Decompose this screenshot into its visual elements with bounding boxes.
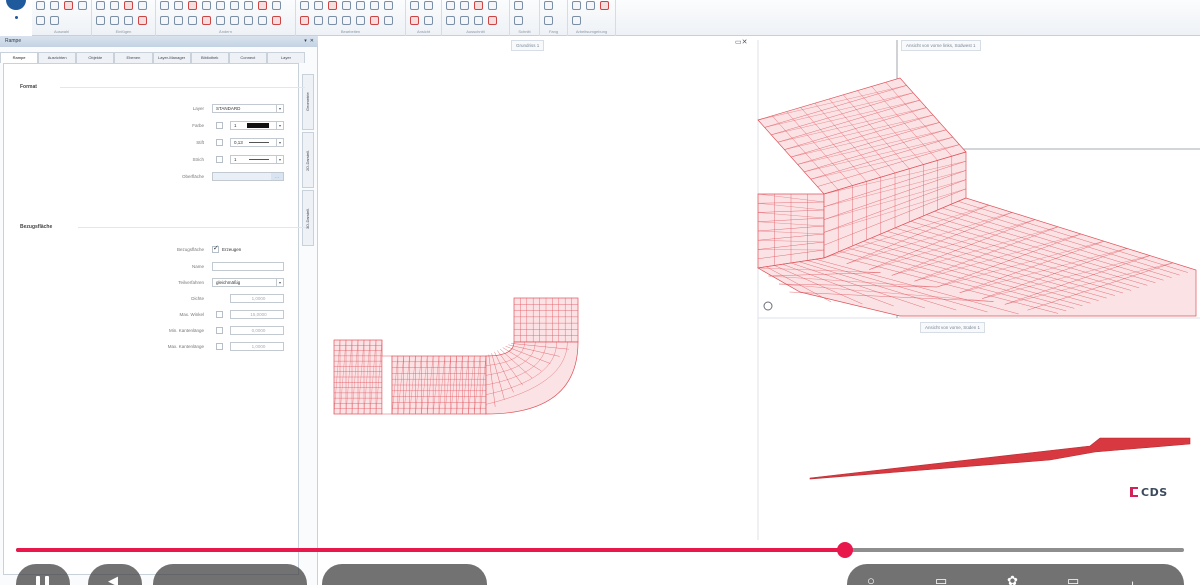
pause-button[interactable]: [16, 564, 70, 585]
plan-ramp-mesh[interactable]: [333, 297, 579, 415]
viewport-title-plan[interactable]: Grundriss 1: [511, 40, 545, 51]
time-display: [153, 564, 307, 585]
seek-bar-played: [16, 548, 846, 552]
pause-icon: [36, 576, 40, 585]
cds-logo: CDS: [1130, 485, 1168, 499]
viewport-title-iso[interactable]: Ansicht von vorne links, Südwest 1: [901, 40, 981, 51]
miniplayer-icon[interactable]: ▭: [1067, 570, 1079, 585]
mesh-patch: [381, 355, 393, 415]
player-controls-right: ○ ▭ ✿ ▭ ⌞: [847, 564, 1184, 585]
volume-button[interactable]: ◀: [88, 564, 142, 585]
app-window: Auswahl Einfügen Ändern Bearbeiten Ansicht Au…: [0, 0, 1200, 585]
pause-icon-bar: [45, 576, 49, 585]
front-profile-shape: [809, 437, 1191, 480]
captions-icon[interactable]: ▭: [935, 570, 947, 585]
settings-icon[interactable]: ✿: [1007, 570, 1018, 585]
cds-logo-text: CDS: [1141, 485, 1168, 499]
viewport-canvas[interactable]: [0, 0, 1200, 585]
fullscreen-icon[interactable]: ⌞: [1131, 570, 1137, 585]
front-ramp-profile[interactable]: [809, 437, 1191, 480]
iso-ramp-mesh[interactable]: [756, 77, 1197, 317]
viewport-controls-icon[interactable]: ▭✕: [735, 38, 747, 46]
chapter-display[interactable]: [322, 564, 487, 585]
cds-logo-icon: [1130, 487, 1138, 497]
search-icon[interactable]: ○: [867, 570, 875, 585]
origin-marker-icon: [763, 301, 773, 311]
viewport-title-front[interactable]: Ansicht von vorne, Süden 1: [920, 322, 986, 333]
seek-bar[interactable]: [16, 548, 1184, 552]
volume-icon: ◀: [108, 573, 118, 585]
